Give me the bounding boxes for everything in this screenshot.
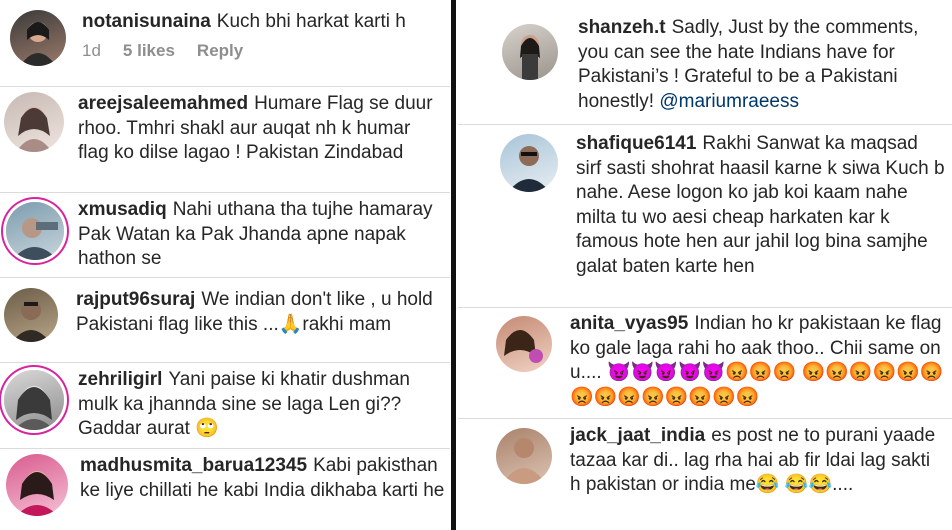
divider [0,277,450,278]
comment-username[interactable]: shafique6141 [576,133,696,154]
reply-button[interactable]: Reply [197,41,243,61]
comment-item: anita_vyas95 Indian ho kr pakistaan ke fl… [496,312,948,410]
comment-username[interactable]: zehriligirl [78,369,162,390]
left-comments-panel: notanisunaina Kuch bhi harkat karti h 1d … [0,0,450,530]
comment-username[interactable]: notanisunaina [82,11,211,32]
comment-item: shanzeh.t Sadly, Just by the comments, yo… [502,16,948,114]
mention-link[interactable]: @mariumraeess [659,91,799,112]
user-avatar[interactable] [502,24,558,80]
comment-item: madhusmita_barua12345 Kabi pakisthan ke l… [6,454,446,516]
comment-item: notanisunaina Kuch bhi harkat karti h 1d … [10,10,440,66]
comment-item: zehriligirl Yani paise ki khatir dushman … [4,368,444,442]
right-comments-panel: shanzeh.t Sadly, Just by the comments, yo… [458,0,952,530]
comment-time: 1d [82,40,101,60]
user-avatar[interactable] [500,134,558,192]
divider [458,124,952,125]
comment-item: shafique6141 Rakhi Sanwat ka maqsad sirf … [500,132,948,279]
user-avatar[interactable] [4,288,58,342]
comment-username[interactable]: jack_jaat_india [570,425,705,446]
comment-likes[interactable]: 5 likes [123,41,175,61]
emoji-text: 😈😈😈😈😈😡😡😡 [606,362,797,383]
comment-text: Kuch bhi harkat karti h [216,11,406,32]
comment-username[interactable]: madhusmita_barua12345 [80,455,307,476]
comment-username[interactable]: areejsaleemahmed [78,93,248,114]
comment-username[interactable]: anita_vyas95 [570,313,688,334]
comment-meta: 1d 5 likes Reply [82,41,440,61]
comment-item: rajput96suraj We indian don't like , u ho… [4,288,444,342]
user-avatar[interactable] [4,92,64,152]
comment-item: xmusadiq Nahi uthana tha tujhe hamaray Pa… [6,198,446,272]
divider [0,192,450,193]
user-avatar[interactable] [6,454,68,516]
panel-divider [451,0,456,530]
divider [0,86,450,87]
divider [0,448,450,449]
comment-username[interactable]: shanzeh.t [578,17,666,38]
user-avatar[interactable] [10,10,66,66]
divider [0,362,450,363]
user-avatar[interactable] [6,202,64,260]
comment-username[interactable]: rajput96suraj [76,289,195,310]
user-avatar[interactable] [496,316,552,372]
divider [458,418,952,419]
comment-item: jack_jaat_india es post ne to purani yaad… [496,424,948,498]
comment-item: areejsaleemahmed Humare Flag se duur rhoo… [4,92,444,166]
user-avatar[interactable] [496,428,552,484]
divider [458,307,952,308]
comment-username[interactable]: xmusadiq [78,199,167,220]
user-avatar[interactable] [4,370,64,430]
emoji-text: 😂😂.... [784,474,854,495]
comment-text: Rakhi Sanwat ka maqsad sirf sasti shohra… [576,133,945,277]
